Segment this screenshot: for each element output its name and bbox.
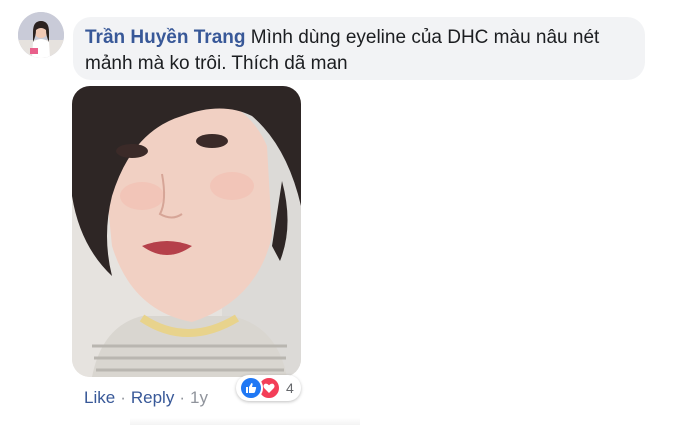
next-comment-edge	[130, 418, 360, 425]
comment-actions: Like · Reply · 1y	[84, 388, 208, 408]
comment-photo[interactable]	[72, 86, 301, 377]
timestamp-link[interactable]: 1y	[190, 388, 208, 407]
like-icon	[239, 376, 263, 400]
reply-button[interactable]: Reply	[131, 388, 174, 407]
avatar[interactable]	[18, 12, 64, 58]
comment-bubble: Trần Huyền Trang Mình dùng eyeline của D…	[73, 17, 645, 80]
reaction-count: 4	[286, 380, 294, 396]
reaction-summary[interactable]: 4	[236, 375, 301, 401]
separator: ·	[179, 388, 185, 407]
like-button[interactable]: Like	[84, 388, 115, 407]
comment-author-link[interactable]: Trần Huyền Trang	[85, 27, 245, 48]
separator: ·	[120, 388, 126, 407]
